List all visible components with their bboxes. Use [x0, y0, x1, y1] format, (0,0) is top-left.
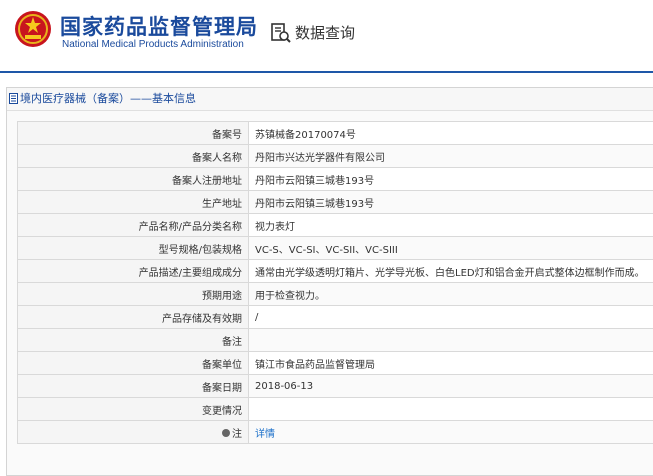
table-row: 产品存储及有效期/ — [18, 306, 653, 329]
table-row: 备案号苏镇械备20170074号 — [18, 122, 653, 145]
field-value: 通常由光学级透明灯箱片、光学导光板、白色LED灯和铝合金开启式整体边框制作而成。 — [249, 260, 653, 283]
field-value: 详情 — [249, 421, 653, 444]
field-label: 备案人注册地址 — [18, 168, 249, 191]
field-label: 产品描述/主要组成成分 — [18, 260, 249, 283]
national-emblem-icon[interactable] — [14, 10, 52, 48]
field-label: 备注 — [18, 329, 249, 352]
table-row: 预期用途用于检查视力。 — [18, 283, 653, 306]
document-icon — [9, 93, 18, 104]
pin-icon — [222, 429, 230, 437]
table-row: 备案人注册地址丹阳市云阳镇三城巷193号 — [18, 168, 653, 191]
section-header: 境内医疗器械（备案）——基本信息 — [7, 88, 653, 111]
info-table: 备案号苏镇械备20170074号备案人名称丹阳市兴达光学器件有限公司备案人注册地… — [17, 121, 653, 444]
field-label: 预期用途 — [18, 283, 249, 306]
field-value: VC-S、VC-SI、VC-SII、VC-SIII — [249, 237, 653, 260]
table-row: 备案人名称丹阳市兴达光学器件有限公司 — [18, 145, 653, 168]
header-divider — [0, 71, 653, 73]
field-value: 丹阳市云阳镇三城巷193号 — [249, 168, 653, 191]
field-value: 2018-06-13 — [249, 375, 653, 398]
field-value: 用于检查视力。 — [249, 283, 653, 306]
field-value — [249, 329, 653, 352]
field-label: 备案号 — [18, 122, 249, 145]
table-row: 产品描述/主要组成成分通常由光学级透明灯箱片、光学导光板、白色LED灯和铝合金开… — [18, 260, 653, 283]
org-name-en[interactable]: National Medical Products Administration — [62, 39, 244, 50]
field-value: 丹阳市云阳镇三城巷193号 — [249, 191, 653, 214]
field-value — [249, 398, 653, 421]
field-label: 变更情况 — [18, 398, 249, 421]
field-label: 生产地址 — [18, 191, 249, 214]
field-value: 镇江市食品药品监督管理局 — [249, 352, 653, 375]
table-row: 变更情况 — [18, 398, 653, 421]
field-value: 视力表灯 — [249, 214, 653, 237]
table-row: 备注 — [18, 329, 653, 352]
field-value: 苏镇械备20170074号 — [249, 122, 653, 145]
field-value: / — [249, 306, 653, 329]
document-search-icon — [270, 22, 292, 44]
org-name-cn[interactable]: 国家药品监督管理局 — [60, 11, 258, 41]
query-title: 数据查询 — [295, 22, 355, 43]
table-row: 生产地址丹阳市云阳镇三城巷193号 — [18, 191, 653, 214]
field-label: 产品名称/产品分类名称 — [18, 214, 249, 237]
field-label: 产品存储及有效期 — [18, 306, 249, 329]
table-row: 备案日期2018-06-13 — [18, 375, 653, 398]
field-value: 丹阳市兴达光学器件有限公司 — [249, 145, 653, 168]
details-link[interactable]: 详情 — [255, 429, 275, 440]
section-title: 境内医疗器械（备案）——基本信息 — [20, 92, 196, 105]
table-row-note: 注 详情 — [18, 421, 653, 444]
site-header: 国家药品监督管理局 National Medical Products Admi… — [0, 0, 653, 72]
table-row: 产品名称/产品分类名称视力表灯 — [18, 214, 653, 237]
table-row: 备案单位镇江市食品药品监督管理局 — [18, 352, 653, 375]
note-label: 注 — [232, 429, 242, 440]
field-label: 备案单位 — [18, 352, 249, 375]
field-label: 型号规格/包装规格 — [18, 237, 249, 260]
table-row: 型号规格/包装规格VC-S、VC-SI、VC-SII、VC-SIII — [18, 237, 653, 260]
field-label: 备案日期 — [18, 375, 249, 398]
field-label: 备案人名称 — [18, 145, 249, 168]
basic-info-panel: 境内医疗器械（备案）——基本信息 备案号苏镇械备20170074号备案人名称丹阳… — [6, 87, 653, 476]
field-label: 注 — [18, 421, 249, 444]
